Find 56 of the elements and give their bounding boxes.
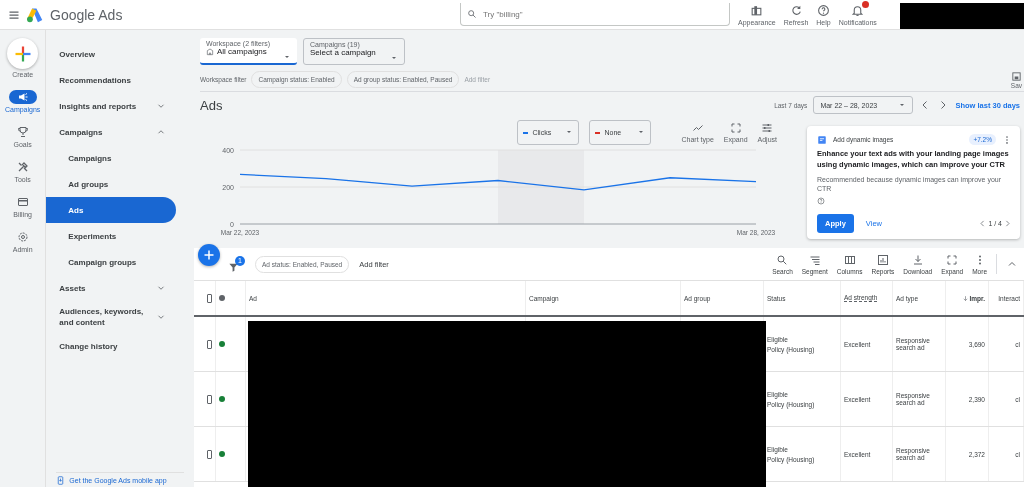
settings-icon [16,231,29,243]
add-button[interactable] [198,244,220,266]
nav-item[interactable]: Overview [46,41,177,67]
bell-icon [851,3,865,17]
caret-icon [898,101,907,109]
app-name: Google Ads [50,6,123,23]
caret-icon [565,128,574,136]
caret-icon [283,53,291,61]
status-dot [219,295,225,301]
credit-card-icon [16,196,29,208]
nav-item[interactable]: Audiences, keywords, and content [46,301,177,333]
search-field[interactable]: Try "billing" [460,3,730,26]
nav-item[interactable]: Campaign groups [46,249,177,275]
download-icon [911,253,924,266]
columns-icon [843,253,856,266]
caret-icon [637,128,646,136]
select-all-checkbox[interactable] [207,293,212,303]
help-icon [817,3,830,17]
image-icon [817,134,827,145]
menu-icon [8,8,20,21]
caret-icon [390,54,398,62]
help-icon [817,196,825,205]
nav-item[interactable]: Campaigns [46,145,177,171]
save-icon [1010,70,1022,82]
nav-item[interactable]: Ads [46,197,177,223]
nav-item[interactable]: Insights and reports [46,93,177,119]
row-checkbox[interactable] [207,394,212,404]
refresh-icon [789,3,803,17]
megaphone-icon [16,91,29,103]
tools-icon [16,161,29,173]
plus-icon [203,249,215,261]
trophy-icon [16,126,29,138]
nav-item[interactable]: Change history [46,333,177,359]
page-title: Ads [200,97,223,113]
sliders-icon [761,121,774,134]
expand-icon [946,253,959,266]
bar-chart-icon [750,3,764,17]
expand-icon [729,121,742,134]
search-icon [467,9,477,19]
plus-icon [13,44,32,63]
nav-item[interactable]: Recommendations [46,67,177,93]
segment-lines-icon [808,253,821,266]
logo-icon [26,6,44,23]
sort-arrow-icon [962,294,970,302]
row-checkbox[interactable] [207,339,212,349]
search-icon [776,253,789,266]
nav-item[interactable]: Ad groups [46,171,177,197]
nav-item[interactable]: Campaigns [46,119,177,145]
nav-item[interactable]: Experiments [46,223,177,249]
bar-chart-icon [876,253,889,266]
row-checkbox[interactable] [207,449,212,459]
chevron-right-icon [1003,219,1012,228]
filter-icon [228,261,239,273]
phone-icon [56,476,66,485]
nav-item[interactable]: Assets [46,275,177,301]
building-icon [206,47,214,56]
